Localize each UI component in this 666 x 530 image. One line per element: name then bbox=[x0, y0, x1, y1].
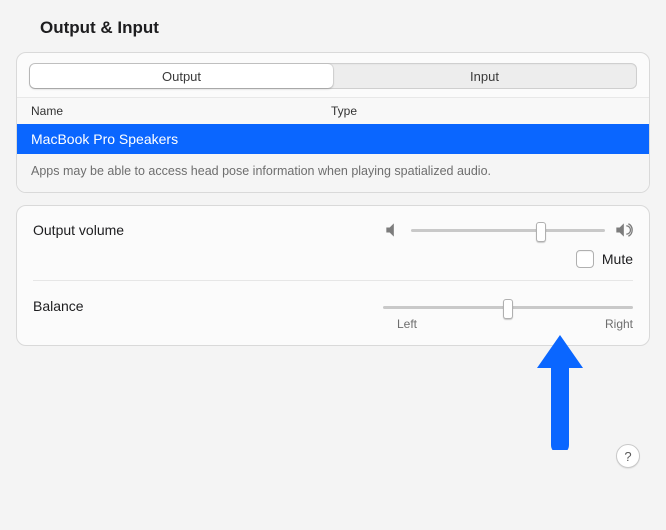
balance-tick-labels: Left Right bbox=[17, 317, 649, 345]
tab-input[interactable]: Input bbox=[333, 64, 636, 88]
mute-row: Mute bbox=[17, 246, 649, 280]
output-volume-label: Output volume bbox=[33, 222, 383, 238]
device-name: MacBook Pro Speakers bbox=[31, 131, 178, 147]
speaker-high-icon bbox=[613, 220, 633, 240]
speaker-low-icon bbox=[383, 220, 403, 240]
devices-card: Output Input Name Type MacBook Pro Speak… bbox=[16, 52, 650, 193]
table-row[interactable]: MacBook Pro Speakers bbox=[17, 124, 649, 154]
page-title: Output & Input bbox=[16, 14, 650, 52]
balance-left-label: Left bbox=[397, 317, 417, 331]
tab-output[interactable]: Output bbox=[30, 64, 333, 88]
column-header-name[interactable]: Name bbox=[31, 104, 331, 118]
devices-table-header: Name Type bbox=[17, 97, 649, 124]
output-volume-row: Output volume bbox=[17, 206, 649, 246]
balance-row: Balance bbox=[17, 281, 649, 317]
io-segmented-control: Output Input bbox=[29, 63, 637, 89]
mute-label: Mute bbox=[602, 251, 633, 267]
balance-label: Balance bbox=[33, 298, 383, 314]
output-controls-card: Output volume Mute Balance bbox=[16, 205, 650, 346]
balance-right-label: Right bbox=[605, 317, 633, 331]
column-header-type[interactable]: Type bbox=[331, 104, 635, 118]
output-volume-slider[interactable] bbox=[411, 222, 605, 238]
mute-checkbox[interactable] bbox=[576, 250, 594, 268]
head-pose-hint: Apps may be able to access head pose inf… bbox=[17, 154, 649, 192]
balance-slider[interactable] bbox=[383, 299, 633, 315]
callout-arrow bbox=[525, 330, 595, 450]
help-button[interactable]: ? bbox=[616, 444, 640, 468]
